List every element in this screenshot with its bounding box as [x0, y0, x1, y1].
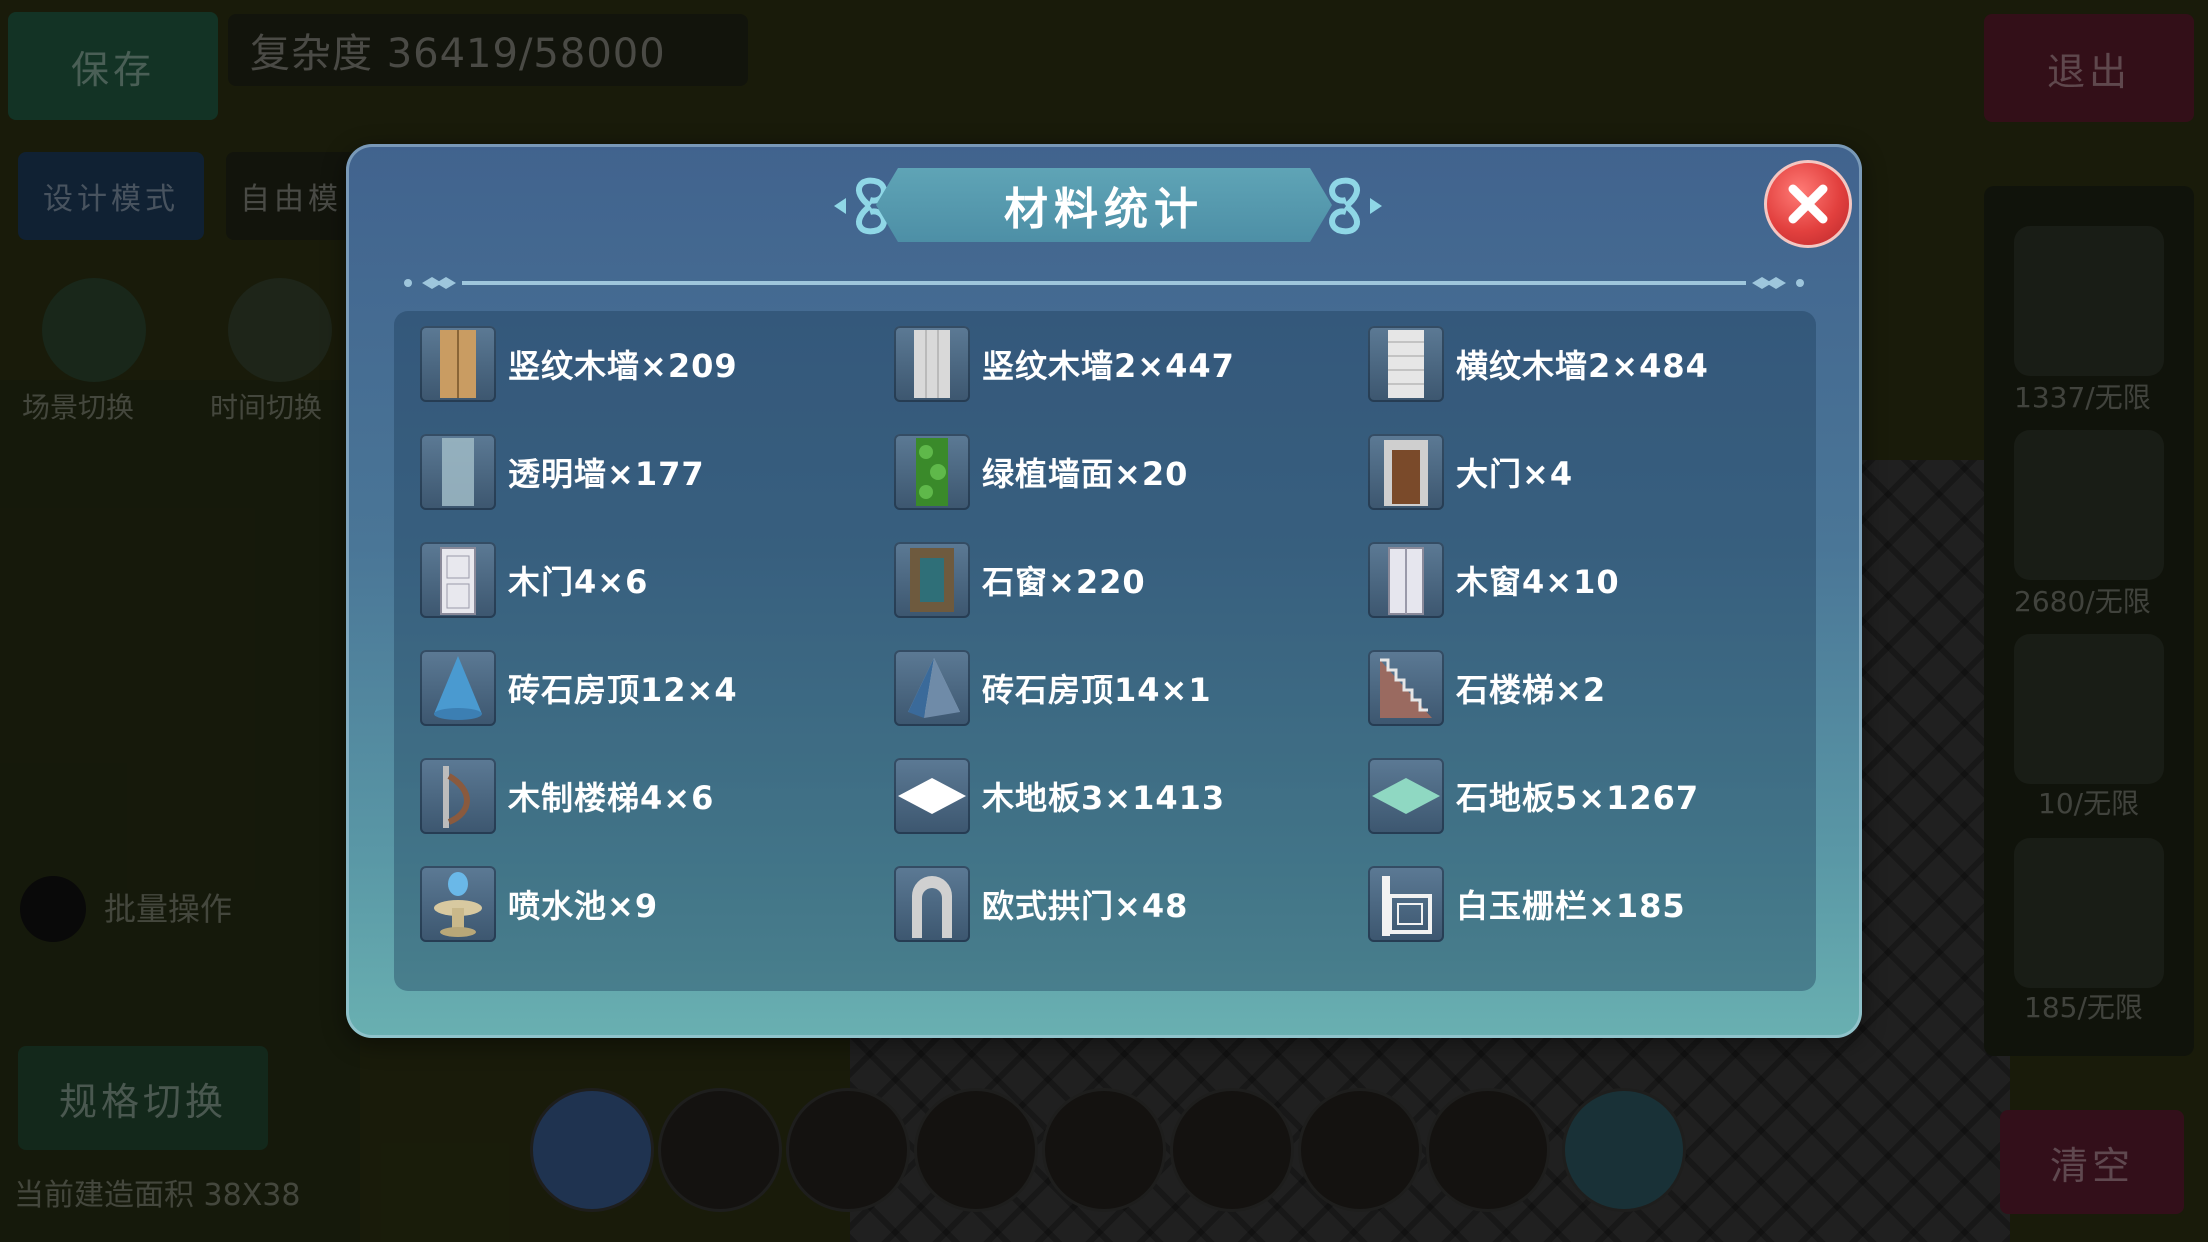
green-plant-wall-icon: [894, 434, 970, 510]
arch-door-icon: [894, 866, 970, 942]
material-item-label: 绿植墙面×20: [982, 455, 1189, 493]
material-list: 竖纹木墙×209 竖纹木墙2×447 横纹木墙2×484 透明墙×177 绿植墙面×20…: [394, 311, 1816, 991]
stone-floor-tile-icon: [1368, 758, 1444, 834]
dialog-title: 材料统计: [1004, 184, 1204, 235]
material-item: 大门×4: [1368, 427, 1573, 517]
pyramid-roof-icon: [894, 650, 970, 726]
wood-window-icon: [1368, 542, 1444, 618]
material-item: 竖纹木墙2×447: [894, 319, 1235, 409]
close-x-icon: [1788, 184, 1828, 224]
material-item-label: 木门4×6: [508, 563, 649, 601]
material-item: 石窗×220: [894, 535, 1146, 625]
material-item-label: 欧式拱门×48: [982, 887, 1189, 925]
material-item-label: 喷水池×9: [508, 887, 659, 925]
material-item: 绿植墙面×20: [894, 427, 1188, 517]
wood-floor-tile-icon: [894, 758, 970, 834]
material-item-label: 木窗4×10: [1456, 563, 1620, 601]
material-item-label: 木制楼梯4×6: [508, 779, 715, 817]
horizontal-wood-wall-2-icon: [1368, 326, 1444, 402]
transparent-wall-icon: [420, 434, 496, 510]
material-item-label: 透明墙×177: [508, 455, 705, 493]
vertical-wood-wall-2-icon: [894, 326, 970, 402]
material-item-label: 石窗×220: [982, 563, 1146, 601]
close-button[interactable]: [1764, 160, 1852, 248]
material-item-label: 石地板5×1267: [1456, 779, 1700, 817]
title-ornament-right-icon: [1329, 177, 1382, 235]
material-item: 喷水池×9: [420, 859, 658, 949]
material-item-label: 木地板3×1413: [982, 779, 1226, 817]
material-item-label: 大门×4: [1456, 455, 1574, 493]
material-stats-dialog: 材料统计 竖纹木墙×209 竖纹木墙2×447 横纹木墙2×484 透明墙×177 绿植…: [346, 144, 1862, 1038]
vertical-wood-wall-icon: [420, 326, 496, 402]
wood-stairs-icon: [420, 758, 496, 834]
white-jade-fence-icon: [1368, 866, 1444, 942]
material-item-label: 横纹木墙2×484: [1456, 347, 1709, 385]
gate-icon: [1368, 434, 1444, 510]
material-item-label: 竖纹木墙×209: [508, 347, 738, 385]
material-item: 透明墙×177: [420, 427, 705, 517]
material-item: 石地板5×1267: [1368, 751, 1699, 841]
material-item: 木地板3×1413: [894, 751, 1225, 841]
material-item-label: 石楼梯×2: [1456, 671, 1607, 709]
material-item-label: 竖纹木墙2×447: [982, 347, 1235, 385]
material-item: 砖石房顶12×4: [420, 643, 738, 733]
material-item: 石楼梯×2: [1368, 643, 1606, 733]
title-divider: [404, 277, 1804, 289]
title-banner: 材料统计: [876, 168, 1332, 242]
material-item-label: 白玉栅栏×185: [1456, 887, 1686, 925]
wood-door-icon: [420, 542, 496, 618]
material-item: 横纹木墙2×484: [1368, 319, 1709, 409]
material-item: 木门4×6: [420, 535, 648, 625]
material-item: 木制楼梯4×6: [420, 751, 714, 841]
material-item-label: 砖石房顶12×4: [508, 671, 738, 709]
stone-stairs-icon: [1368, 650, 1444, 726]
fountain-icon: [420, 866, 496, 942]
material-item-label: 砖石房顶14×1: [982, 671, 1212, 709]
stone-window-icon: [894, 542, 970, 618]
cone-roof-icon: [420, 650, 496, 726]
material-item: 砖石房顶14×1: [894, 643, 1212, 733]
material-item: 欧式拱门×48: [894, 859, 1188, 949]
material-item: 木窗4×10: [1368, 535, 1620, 625]
material-item: 白玉栅栏×185: [1368, 859, 1686, 949]
material-item: 竖纹木墙×209: [420, 319, 738, 409]
